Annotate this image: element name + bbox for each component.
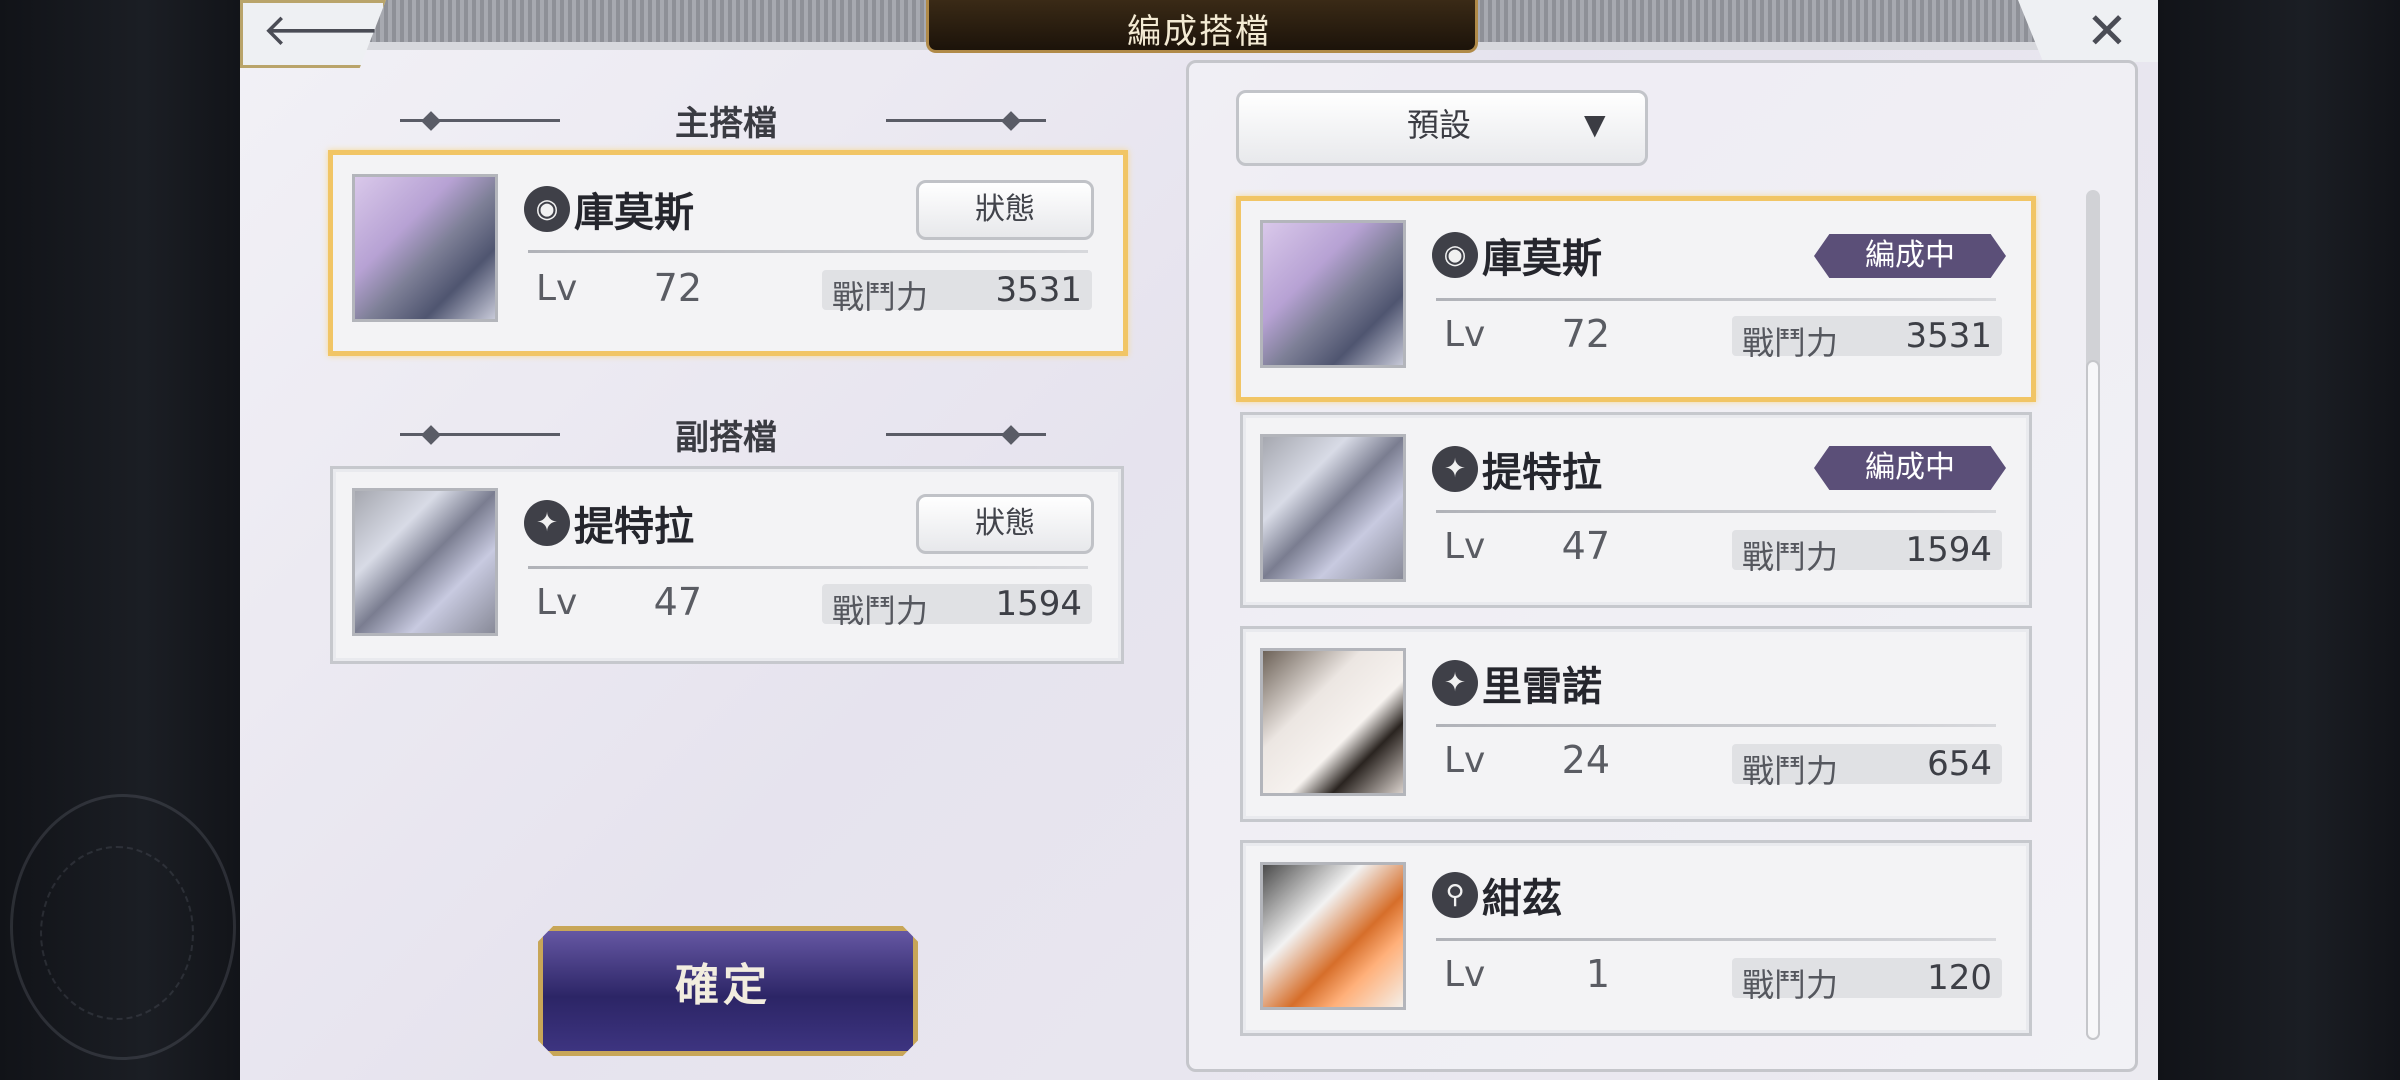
card-divider [1436,724,1996,727]
level-value: 24 [1561,738,1610,782]
partner-name: 庫莫斯 [574,190,694,236]
power-label: 戰鬥力 [1742,324,1839,362]
level-value: 72 [653,266,702,310]
power-value: 654 [1927,744,1992,784]
sub-partner-heading: 副搭檔 [675,418,777,458]
preset-dropdown-value[interactable]: 預設 [1236,90,1642,160]
card-divider [528,250,1088,253]
in-formation-badge: 編成中 [1814,234,2006,278]
partner-name: 提特拉 [1482,450,1602,496]
partner-portrait [1260,434,1406,582]
back-arrow-icon[interactable]: 🡐 [262,6,380,56]
level-value: 72 [1561,312,1610,356]
partner-portrait [1260,648,1406,796]
power-label: 戰鬥力 [1742,966,1839,1004]
level-label: Lv [1444,740,1486,781]
power-label: 戰鬥力 [832,592,929,630]
left-backdrop [0,0,240,1080]
power-value: 3531 [1905,316,1992,356]
confirm-button-label[interactable]: 確定 [538,926,908,1046]
partner-name: 紺茲 [1482,876,1562,922]
power-label: 戰鬥力 [832,278,929,316]
partner-name: 庫莫斯 [1482,236,1602,282]
card-divider [528,566,1088,569]
level-label: Lv [1444,526,1486,567]
card-divider [1436,298,1996,301]
level-value: 1 [1585,952,1610,996]
partner-portrait [1260,862,1406,1010]
power-label: 戰鬥力 [1742,538,1839,576]
main-partner-heading: 主搭檔 [675,104,777,144]
close-icon[interactable]: ✕ [2086,4,2128,58]
partner-portrait [352,488,498,636]
level-label: Lv [1444,314,1486,355]
right-backdrop [2158,0,2400,1080]
page-title: 編成搭檔 [1127,12,1271,52]
scrollbar-thumb[interactable] [2086,360,2100,1040]
key-icon: ⚲ [1432,872,1478,918]
power-value: 3531 [995,270,1082,310]
partner-portrait [1260,220,1406,368]
power-value: 1594 [995,584,1082,624]
star-burst-icon: ✦ [1432,660,1478,706]
power-value: 1594 [1905,530,1992,570]
card-divider [1436,510,1996,513]
partner-name: 里雷諾 [1482,664,1602,710]
power-label: 戰鬥力 [1742,752,1839,790]
status-button[interactable]: 狀態 [916,180,1094,240]
level-label: Lv [1444,954,1486,995]
star-burst-icon: ✦ [1432,446,1478,492]
eye-icon: ◉ [1432,232,1478,278]
level-label: Lv [536,582,578,623]
star-burst-icon: ✦ [524,500,570,546]
power-value: 120 [1927,958,1992,998]
partner-name: 提特拉 [574,504,694,550]
status-button[interactable]: 狀態 [916,494,1094,554]
card-divider [1436,938,1996,941]
level-value: 47 [653,580,702,624]
eye-icon: ◉ [524,186,570,232]
partner-portrait [352,174,498,322]
level-value: 47 [1561,524,1610,568]
level-label: Lv [536,268,578,309]
chevron-down-icon[interactable]: ▼ [1584,90,1606,160]
decorative-circle-inner [40,846,194,1020]
in-formation-badge: 編成中 [1814,446,2006,490]
